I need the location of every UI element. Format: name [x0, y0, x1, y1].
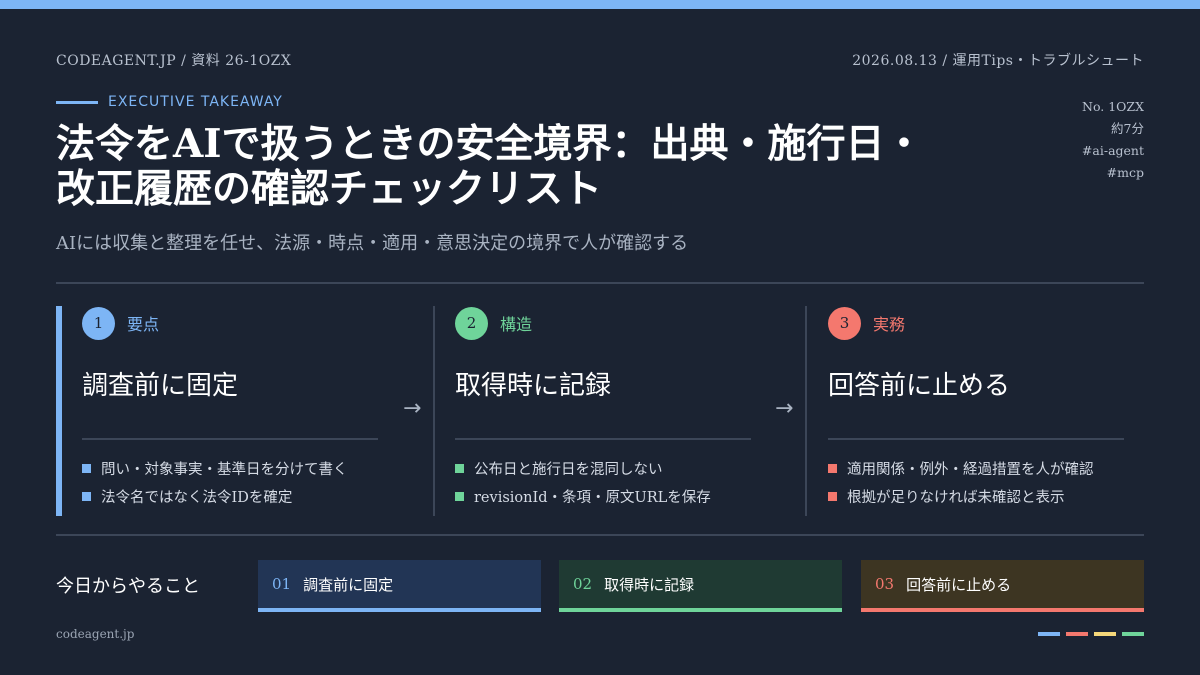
- column-heading: 調査前に固定: [82, 371, 239, 401]
- list-item: 適用関係・例外・経過措置を人が確認: [828, 454, 1128, 482]
- column-key-points: 1 要点 調査前に固定 問い・対象事実・基準日を分けて書く 法令名ではなく法令I…: [82, 306, 382, 516]
- bullet-text: 法令名ではなく法令IDを確定: [101, 489, 293, 506]
- article-number: No. 1OZX: [1082, 99, 1144, 114]
- bullet-text: 問い・対象事実・基準日を分けて書く: [101, 461, 348, 478]
- footer-color-dashes: [1032, 632, 1144, 636]
- header-separator: /: [176, 53, 192, 69]
- title-line-1: 法令をAIで扱うときの安全境界：出典・施行日・: [56, 121, 924, 167]
- arrow-right-icon: →: [775, 396, 794, 421]
- today-label: 今日からやること: [56, 576, 200, 597]
- bullet-list: 問い・対象事実・基準日を分けて書く 法令名ではなく法令IDを確定: [82, 454, 382, 510]
- list-item: 公布日と施行日を混同しない: [455, 454, 755, 482]
- divider-top: [56, 282, 1144, 284]
- step-text: 調査前に固定: [303, 575, 394, 594]
- step-badge: 1: [82, 306, 115, 340]
- eyebrow-line: [56, 100, 98, 104]
- step-text: 回答前に止める: [906, 575, 1012, 594]
- subtitle: AIには収集と整理を任せ、法源・時点・適用・意思決定の境界で人が確認する: [56, 233, 689, 254]
- site-name: CODEAGENT.JP: [56, 53, 177, 69]
- publish-date: 2026.08.13: [852, 53, 938, 69]
- step-number: 03: [875, 575, 895, 593]
- header-right: 2026.08.13 / 運用Tips・トラブルシュート: [852, 50, 1144, 70]
- column-label: 要点: [127, 315, 160, 334]
- left-accent-bar: [56, 306, 62, 516]
- header-separator-right: /: [937, 53, 953, 69]
- bullet-list: 公布日と施行日を混同しない revisionId・条項・原文URLを保存: [455, 454, 755, 510]
- document-id: 資料 26-1OZX: [191, 53, 292, 69]
- step-badge: 2: [455, 306, 488, 340]
- step-badge: 3: [828, 306, 861, 340]
- list-item: revisionId・条項・原文URLを保存: [455, 482, 755, 510]
- title-line-2: 改正履歴の確認チェックリスト: [56, 166, 603, 212]
- bullet-square-icon: [82, 463, 91, 473]
- column-label: 構造: [500, 315, 533, 334]
- color-dash: [1094, 632, 1116, 636]
- category: 運用Tips・トラブルシュート: [952, 53, 1144, 69]
- column-header: 1 要点: [82, 306, 382, 340]
- column-divider: [828, 438, 1124, 440]
- column-separator: [805, 306, 807, 516]
- bullet-text: 適用関係・例外・経過措置を人が確認: [847, 461, 1094, 478]
- action-step-1: 01 調査前に固定: [258, 560, 541, 612]
- bullet-square-icon: [828, 463, 837, 473]
- tag-mcp: #mcp: [1106, 165, 1144, 180]
- step-number: 01: [272, 575, 292, 593]
- color-dash: [1122, 632, 1144, 636]
- divider-bottom: [56, 534, 1144, 536]
- read-time: 約7分: [1111, 121, 1144, 136]
- column-divider: [455, 438, 751, 440]
- page-title: 法令をAIで扱うときの安全境界：出典・施行日・ 改正履歴の確認チェックリスト: [56, 122, 1036, 212]
- bullet-square-icon: [828, 491, 837, 501]
- bullet-square-icon: [455, 491, 464, 501]
- list-item: 問い・対象事実・基準日を分けて書く: [82, 454, 382, 482]
- bullet-square-icon: [82, 491, 91, 501]
- column-practice: 3 実務 回答前に止める 適用関係・例外・経過措置を人が確認 根拠が足りなければ…: [828, 306, 1128, 516]
- bullet-text: 根拠が足りなければ未確認と表示: [847, 489, 1065, 506]
- column-heading: 回答前に止める: [828, 371, 1011, 401]
- column-header: 3 実務: [828, 306, 1128, 340]
- footer-domain: codeagent.jp: [56, 627, 135, 641]
- tag-ai-agent: #ai-agent: [1081, 143, 1144, 158]
- bullet-list: 適用関係・例外・経過措置を人が確認 根拠が足りなければ未確認と表示: [828, 454, 1128, 510]
- column-heading: 取得時に記録: [455, 371, 612, 401]
- color-dash: [1038, 632, 1060, 636]
- header-left: CODEAGENT.JP / 資料 26-1OZX: [56, 50, 291, 70]
- step-text: 取得時に記録: [604, 575, 695, 594]
- action-step-3: 03 回答前に止める: [861, 560, 1144, 612]
- bullet-text: revisionId・条項・原文URLを保存: [474, 489, 711, 506]
- list-item: 根拠が足りなければ未確認と表示: [828, 482, 1128, 510]
- eyebrow: EXECUTIVE TAKEAWAY: [56, 94, 283, 110]
- side-meta: No. 1OZX 約7分 #ai-agent #mcp: [1082, 96, 1144, 184]
- color-dash: [1066, 632, 1088, 636]
- column-header: 2 構造: [455, 306, 755, 340]
- top-accent-bar: [0, 0, 1200, 9]
- column-label: 実務: [873, 315, 906, 334]
- step-number: 02: [573, 575, 593, 593]
- column-structure: 2 構造 取得時に記録 公布日と施行日を混同しない revisionId・条項・…: [455, 306, 755, 516]
- action-step-2: 02 取得時に記録: [559, 560, 842, 612]
- bullet-text: 公布日と施行日を混同しない: [474, 461, 663, 478]
- column-divider: [82, 438, 378, 440]
- column-separator: [433, 306, 435, 516]
- list-item: 法令名ではなく法令IDを確定: [82, 482, 382, 510]
- eyebrow-text: EXECUTIVE TAKEAWAY: [108, 94, 283, 110]
- arrow-right-icon: →: [403, 396, 422, 421]
- bullet-square-icon: [455, 463, 464, 473]
